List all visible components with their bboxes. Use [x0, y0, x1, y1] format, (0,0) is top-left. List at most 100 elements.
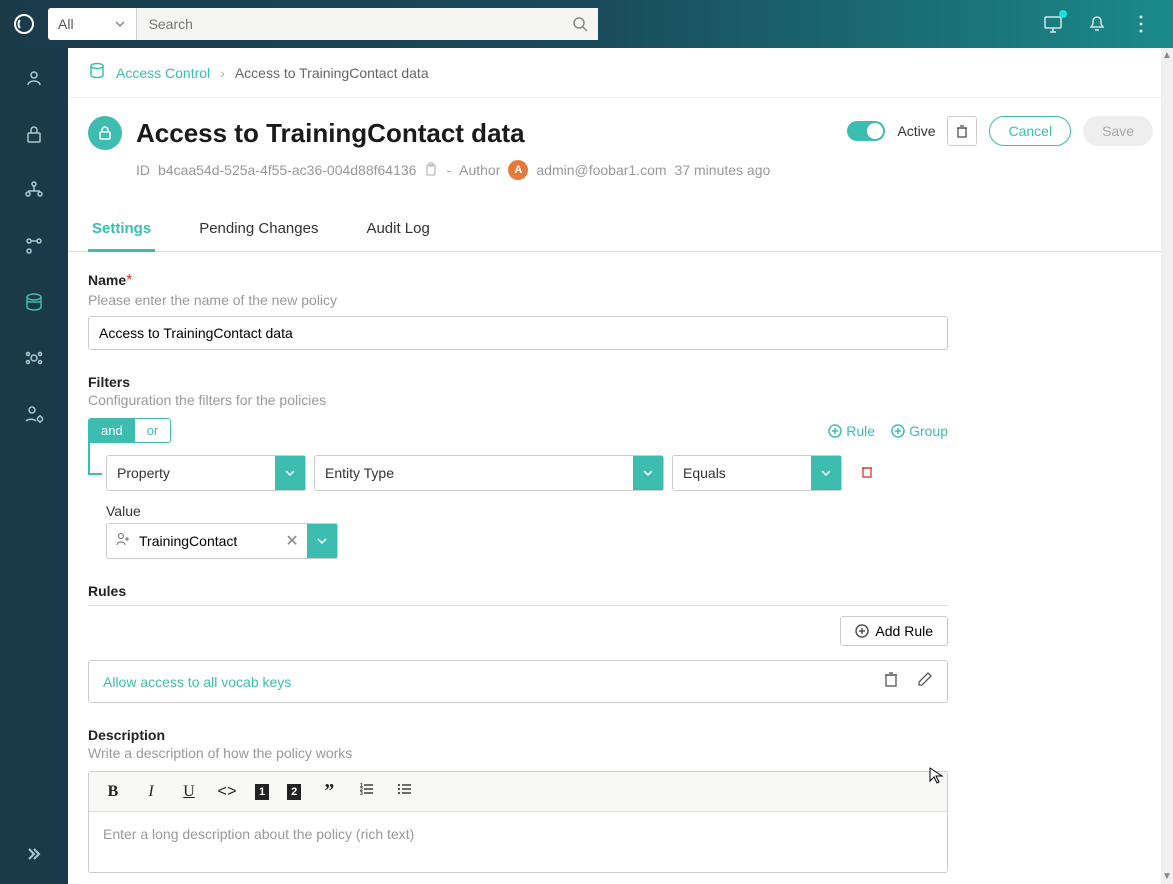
breadcrumb: Access Control › Access to TrainingConta… [68, 48, 1173, 98]
search-scope-dropdown[interactable]: All [48, 8, 137, 40]
rules-section: Rules Add Rule Allow access to all vocab… [88, 583, 948, 703]
chevron-down-icon [114, 18, 126, 30]
scroll-up-icon[interactable]: ▲ [1160, 48, 1173, 63]
app-logo-icon[interactable] [8, 8, 40, 40]
main-content: Access Control › Access to TrainingConta… [68, 48, 1173, 884]
svg-text:3: 3 [360, 791, 363, 797]
filters-section: Filters Configuration the filters for th… [88, 374, 948, 559]
filters-label: Filters [88, 374, 948, 390]
author-label: Author [459, 162, 500, 178]
topbar: All [0, 0, 1173, 48]
filter-operator-select[interactable]: Equals [672, 455, 842, 491]
breadcrumb-parent[interactable]: Access Control [116, 65, 210, 81]
description-label: Description [88, 727, 948, 743]
search-icon [572, 16, 588, 32]
underline-button[interactable]: U [179, 783, 199, 801]
filter-entity-select[interactable]: Entity Type [314, 455, 664, 491]
sidebar-expand-icon[interactable] [20, 840, 48, 868]
sidebar-item-4[interactable] [20, 232, 48, 260]
clipboard-icon[interactable] [424, 162, 438, 179]
active-label: Active [897, 123, 935, 139]
name-input[interactable] [88, 316, 948, 350]
delete-rule-icon[interactable] [883, 671, 899, 692]
tabs: Settings Pending Changes Audit Log [68, 208, 1173, 252]
plus-circle-icon [828, 424, 842, 438]
and-button[interactable]: and [89, 419, 135, 442]
tab-pending-changes[interactable]: Pending Changes [195, 208, 322, 251]
chevron-down-icon [811, 456, 841, 490]
database-icon [88, 62, 106, 83]
edit-rule-icon[interactable] [917, 671, 933, 692]
scroll-down-icon[interactable]: ▼ [1160, 869, 1173, 884]
kebab-menu-icon[interactable] [1129, 12, 1153, 36]
id-value: b4caa54d-525a-4f55-ac36-004d88f64136 [158, 162, 416, 178]
filter-value-row: Value TrainingContact ✕ [106, 503, 948, 559]
value-label: Value [106, 503, 948, 519]
add-rule-link[interactable]: Rule [828, 423, 875, 439]
vertical-scrollbar[interactable]: ▲ ▼ [1161, 48, 1173, 884]
search-button[interactable] [562, 8, 598, 40]
sidebar-item-user-settings[interactable] [20, 400, 48, 428]
name-label: Name [88, 272, 126, 288]
h2-button[interactable]: 2 [287, 784, 301, 800]
avatar: A [508, 160, 528, 180]
id-label: ID [136, 162, 150, 178]
unordered-list-button[interactable] [395, 781, 415, 802]
tab-settings[interactable]: Settings [88, 208, 155, 252]
breadcrumb-current: Access to TrainingContact data [235, 65, 429, 81]
chevron-right-icon: › [220, 65, 225, 81]
timestamp: 37 minutes ago [675, 162, 771, 178]
save-button: Save [1083, 116, 1153, 146]
chevron-down-icon [275, 456, 305, 490]
chevron-down-icon [633, 456, 663, 490]
sidebar-item-lock[interactable] [20, 120, 48, 148]
tab-audit-log[interactable]: Audit Log [362, 208, 433, 251]
cancel-button[interactable]: Cancel [989, 116, 1071, 146]
name-help: Please enter the name of the new policy [88, 292, 948, 308]
delete-button[interactable] [947, 116, 977, 146]
description-help: Write a description of how the policy wo… [88, 745, 948, 761]
sidebar [0, 48, 68, 884]
page-title: Access to TrainingContact data [136, 118, 525, 149]
sidebar-item-1[interactable] [20, 64, 48, 92]
lock-badge-icon [88, 116, 122, 150]
description-section: Description Write a description of how t… [88, 727, 948, 873]
author-email: admin@foobar1.com [536, 162, 666, 178]
rule-text[interactable]: Allow access to all vocab keys [103, 674, 883, 690]
sidebar-item-active[interactable] [20, 288, 48, 316]
h1-button[interactable]: 1 [255, 784, 269, 800]
filter-value-select[interactable]: TrainingContact ✕ [106, 523, 338, 559]
search-bar: All [48, 8, 598, 40]
sidebar-item-3[interactable] [20, 176, 48, 204]
search-input[interactable] [137, 8, 562, 40]
sidebar-item-6[interactable] [20, 344, 48, 372]
monitor-icon[interactable] [1041, 12, 1065, 36]
chevron-down-icon [307, 524, 337, 558]
bell-icon[interactable] [1085, 12, 1109, 36]
ordered-list-button[interactable]: 123 [357, 781, 377, 802]
rule-item: Allow access to all vocab keys [88, 660, 948, 703]
bold-button[interactable]: B [103, 783, 123, 801]
active-toggle[interactable] [847, 121, 885, 141]
filter-property-select[interactable]: Property [106, 455, 306, 491]
and-or-toggle: and or [88, 418, 171, 443]
or-button[interactable]: or [135, 419, 171, 442]
clear-icon[interactable]: ✕ [277, 531, 306, 551]
topbar-actions [1041, 12, 1165, 36]
quote-button[interactable]: ” [319, 780, 339, 803]
add-group-link[interactable]: Group [891, 423, 948, 439]
italic-button[interactable]: I [141, 783, 161, 801]
editor-toolbar: B I U <> 1 2 ” 123 [89, 772, 947, 812]
description-editor: B I U <> 1 2 ” 123 Enter a long descript… [88, 771, 948, 873]
plus-circle-icon [855, 624, 869, 638]
separator: - [446, 162, 451, 178]
page-header: Access to TrainingContact data ID b4caa5… [68, 98, 1173, 188]
description-textarea[interactable]: Enter a long description about the polic… [89, 812, 947, 872]
notification-dot [1059, 10, 1067, 18]
delete-filter-icon[interactable] [860, 464, 874, 483]
add-rule-button[interactable]: Add Rule [840, 616, 948, 646]
plus-circle-icon [891, 424, 905, 438]
filters-help: Configuration the filters for the polici… [88, 392, 948, 408]
rules-label: Rules [88, 583, 948, 606]
code-button[interactable]: <> [217, 783, 237, 801]
